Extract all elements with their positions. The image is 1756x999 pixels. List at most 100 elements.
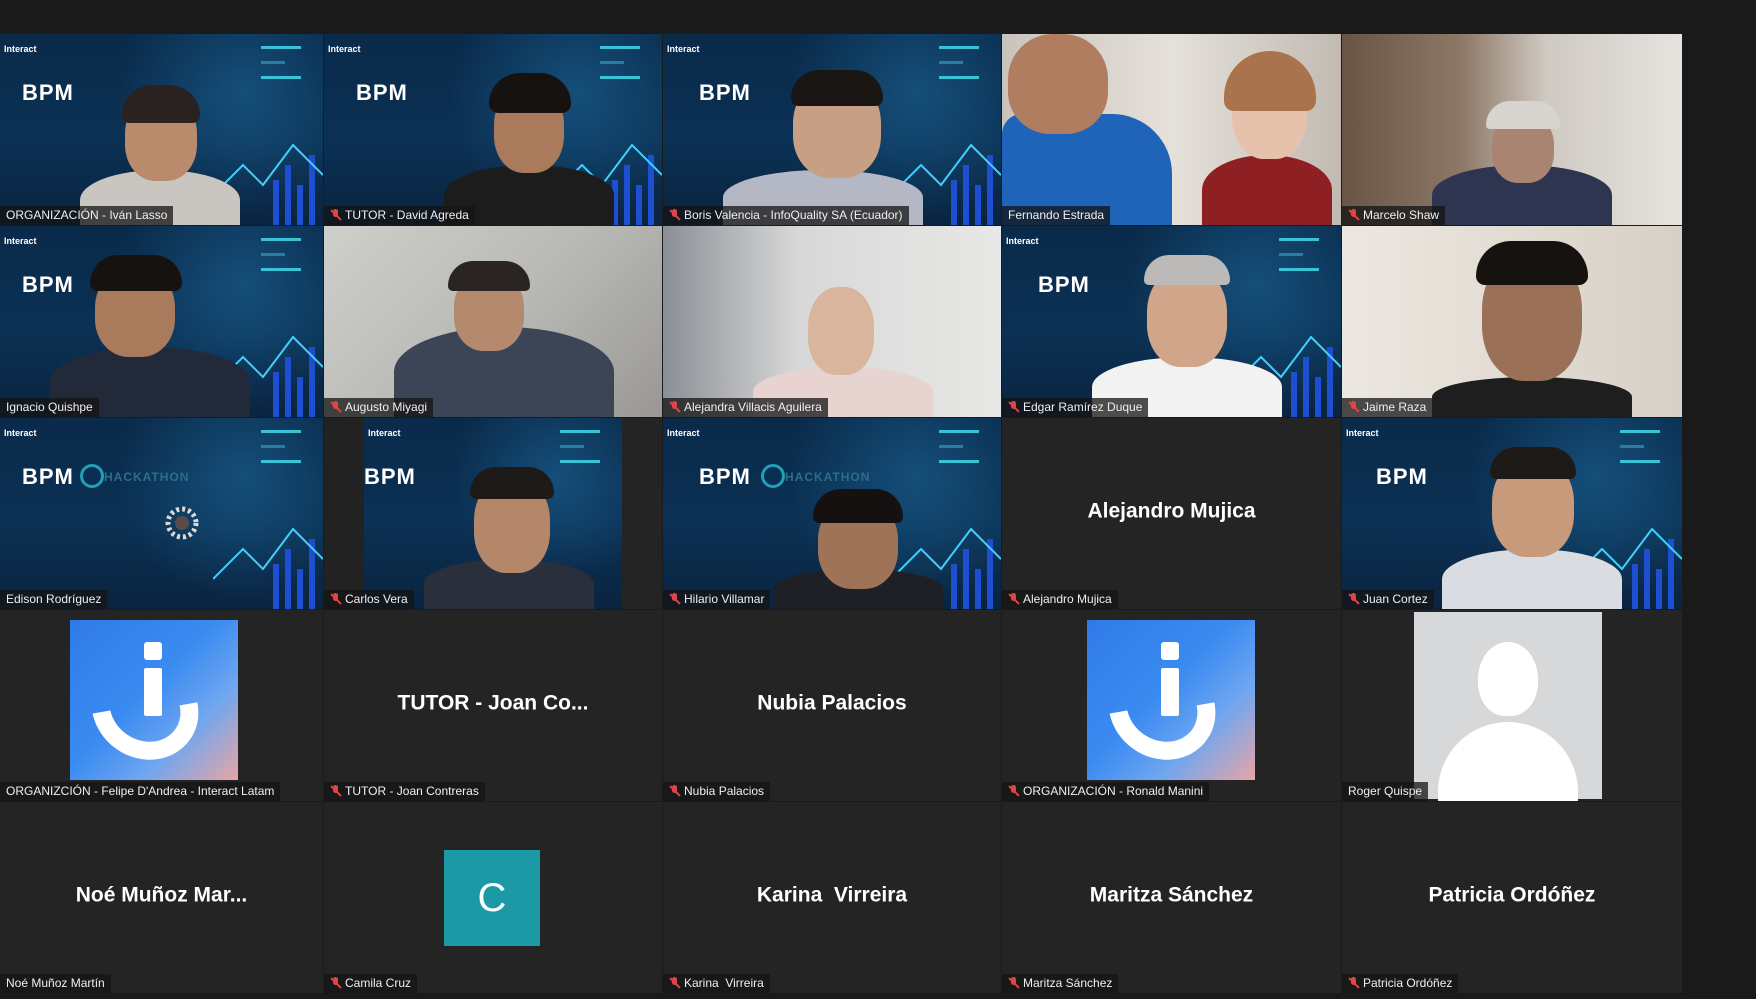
participant-name: Juan Cortez (1363, 592, 1428, 606)
decor-bars (939, 46, 979, 91)
video-tile-edgar-ramirez[interactable]: Interact BPM Edgar Ramírez Duque (1002, 226, 1341, 417)
video-tile-hilario-villamar[interactable]: Interact BPM HACKATHON Hilario Villamar (663, 418, 1001, 609)
bpm-text: BPM (22, 80, 74, 105)
video-tile-ivan-lasso[interactable]: Interact BPM ORGANIZACIÓN - Iván Lasso (0, 34, 323, 225)
mic-muted-icon (1008, 977, 1019, 989)
name-tag: Fernando Estrada (1002, 206, 1111, 225)
video-tile-noe-munoz[interactable]: Noé Muñoz Mar... Noé Muñoz Martín (0, 802, 323, 993)
participant-name: Marcelo Shaw (1363, 208, 1440, 222)
bpm-text: BPM (699, 464, 751, 489)
name-tag: Boris Valencia - InfoQuality SA (Ecuador… (663, 206, 909, 225)
name-tag: Jaime Raza (1342, 398, 1433, 417)
video-tile-ronald-manini[interactable]: ORGANIZACIÓN - Ronald Manini (1002, 610, 1341, 801)
participant-name: Alejandro Mujica (1023, 592, 1112, 606)
participant-name: Nubia Palacios (684, 784, 765, 798)
name-tag: Hilario Villamar (663, 590, 771, 609)
video-tile-felipe-dandrea[interactable]: ORGANIZCIÓN - Felipe D'Andrea - Interact… (0, 610, 323, 801)
name-tag: Juan Cortez (1342, 590, 1434, 609)
hackathon-text: HACKATHON (104, 470, 190, 484)
video-tile-boris-valencia[interactable]: Interact BPM Boris Valencia - InfoQualit… (663, 34, 1001, 225)
interact-logo: Interact (667, 428, 700, 438)
mic-muted-icon (669, 209, 680, 221)
display-name: Patricia Ordóñez (1428, 883, 1596, 907)
display-name: Noé Muñoz Mar... (75, 883, 248, 907)
decor-chart (213, 527, 323, 609)
mic-muted-icon (330, 785, 341, 797)
name-tag: ORGANIZACIÓN - Ronald Manini (1002, 782, 1210, 801)
participant-video-2 (1202, 45, 1332, 225)
name-tag: Alejandra Villacis Aguilera (663, 398, 828, 417)
participant-name: Augusto Miyagi (345, 400, 428, 414)
video-tile-marcelo-shaw[interactable]: Marcelo Shaw (1342, 34, 1682, 225)
participant-name: Alejandra Villacis Aguilera (684, 400, 822, 414)
interact-logo: Interact (667, 44, 700, 54)
video-tile-david-agreda[interactable]: Interact BPM TUTOR - David Agreda (324, 34, 662, 225)
mic-muted-icon (330, 401, 341, 413)
video-tile-karina-virreira[interactable]: Karina Virreira Karina Virreira (663, 802, 1001, 993)
name-tag: ORGANIZCIÓN - Felipe D'Andrea - Interact… (0, 782, 281, 801)
display-name: Alejandro Mujica (1087, 499, 1256, 523)
mic-muted-icon (1008, 401, 1019, 413)
video-tile-joan-contreras[interactable]: TUTOR - Joan Co... TUTOR - Joan Contrera… (324, 610, 662, 801)
participant-name: Camila Cruz (345, 976, 412, 990)
video-tile-alejandra-villacis[interactable]: Alejandra Villacis Aguilera (663, 226, 1001, 417)
virtual-background: Interact BPM HACKATHON (0, 418, 323, 609)
mic-muted-icon (330, 977, 341, 989)
interact-logo: Interact (4, 44, 37, 54)
display-name: Maritza Sánchez (1089, 883, 1254, 907)
participant-name: Roger Quispe (1348, 784, 1423, 798)
mic-muted-icon (669, 977, 680, 989)
mic-muted-icon (1008, 785, 1019, 797)
video-tile-augusto-miyagi[interactable]: Augusto Miyagi (324, 226, 662, 417)
decor-bars (261, 430, 301, 475)
decor-bars (1279, 238, 1319, 283)
video-tile-fernando-estrada[interactable]: Fernando Estrada (1002, 34, 1341, 225)
participant-name: ORGANIZCIÓN - Felipe D'Andrea - Interact… (6, 784, 275, 798)
video-tile-juan-cortez[interactable]: Interact BPM Juan Cortez (1342, 418, 1682, 609)
interact-logo: Interact (4, 236, 37, 246)
video-tile-carlos-vera[interactable]: Interact BPM Carlos Vera (324, 418, 662, 609)
participant-video (444, 65, 614, 225)
participant-name: Carlos Vera (345, 592, 408, 606)
participant-video (773, 489, 943, 609)
interact-logo: Interact (328, 44, 361, 54)
interact-logo: Interact (1006, 236, 1039, 246)
name-tag: Augusto Miyagi (324, 398, 434, 417)
name-tag: Noé Muñoz Martín (0, 974, 111, 993)
mic-muted-icon (1008, 593, 1019, 605)
name-tag: Ignacio Quishpe (0, 398, 99, 417)
video-tile-alejandro-mujica[interactable]: Alejandro Mujica Alejandro Mujica (1002, 418, 1341, 609)
participant-video (753, 267, 933, 417)
bpm-text: BPM (1376, 464, 1428, 489)
participant-name: Noé Muñoz Martín (6, 976, 105, 990)
bpm-text: BPM (356, 80, 408, 105)
name-tag: ORGANIZACIÓN - Iván Lasso (0, 206, 174, 225)
display-name: Karina Virreira (756, 883, 908, 907)
video-tile-patricia-ordonez[interactable]: Patricia Ordóñez Patricia Ordóñez (1342, 802, 1682, 993)
name-tag: Carlos Vera (324, 590, 414, 609)
decor-bars (261, 46, 301, 91)
video-tile-camila-cruz[interactable]: C Camila Cruz (324, 802, 662, 993)
participant-name: ORGANIZACIÓN - Iván Lasso (6, 208, 168, 222)
video-tile-nubia-palacios[interactable]: Nubia Palacios Nubia Palacios (663, 610, 1001, 801)
video-tile-jaime-raza[interactable]: Jaime Raza (1342, 226, 1682, 417)
participant-video (50, 247, 250, 417)
video-tile-ignacio-quishpe[interactable]: Interact BPM Ignacio Quishpe (0, 226, 323, 417)
participant-name: Hilario Villamar (684, 592, 765, 606)
participant-video (1002, 34, 1172, 225)
display-name: TUTOR - Joan Co... (397, 691, 589, 715)
hackathon-ring (761, 464, 785, 488)
participant-name: Fernando Estrada (1008, 208, 1105, 222)
participant-video (1432, 237, 1632, 417)
mic-muted-icon (330, 209, 341, 221)
video-tile-edison-rodriguez[interactable]: Interact BPM HACKATHON Edison Rodríguez (0, 418, 323, 609)
mic-muted-icon (1348, 977, 1359, 989)
name-tag: Edgar Ramírez Duque (1002, 398, 1149, 417)
interact-avatar-icon (1087, 620, 1255, 781)
participant-name: ORGANIZACIÓN - Ronald Manini (1023, 784, 1204, 798)
decor-bars (1620, 430, 1660, 475)
participant-video (1432, 95, 1612, 225)
video-tile-roger-quispe[interactable]: Roger Quispe (1342, 610, 1682, 801)
participant-video (424, 459, 594, 609)
video-tile-maritza-sanchez[interactable]: Maritza Sánchez Maritza Sánchez (1002, 802, 1341, 993)
